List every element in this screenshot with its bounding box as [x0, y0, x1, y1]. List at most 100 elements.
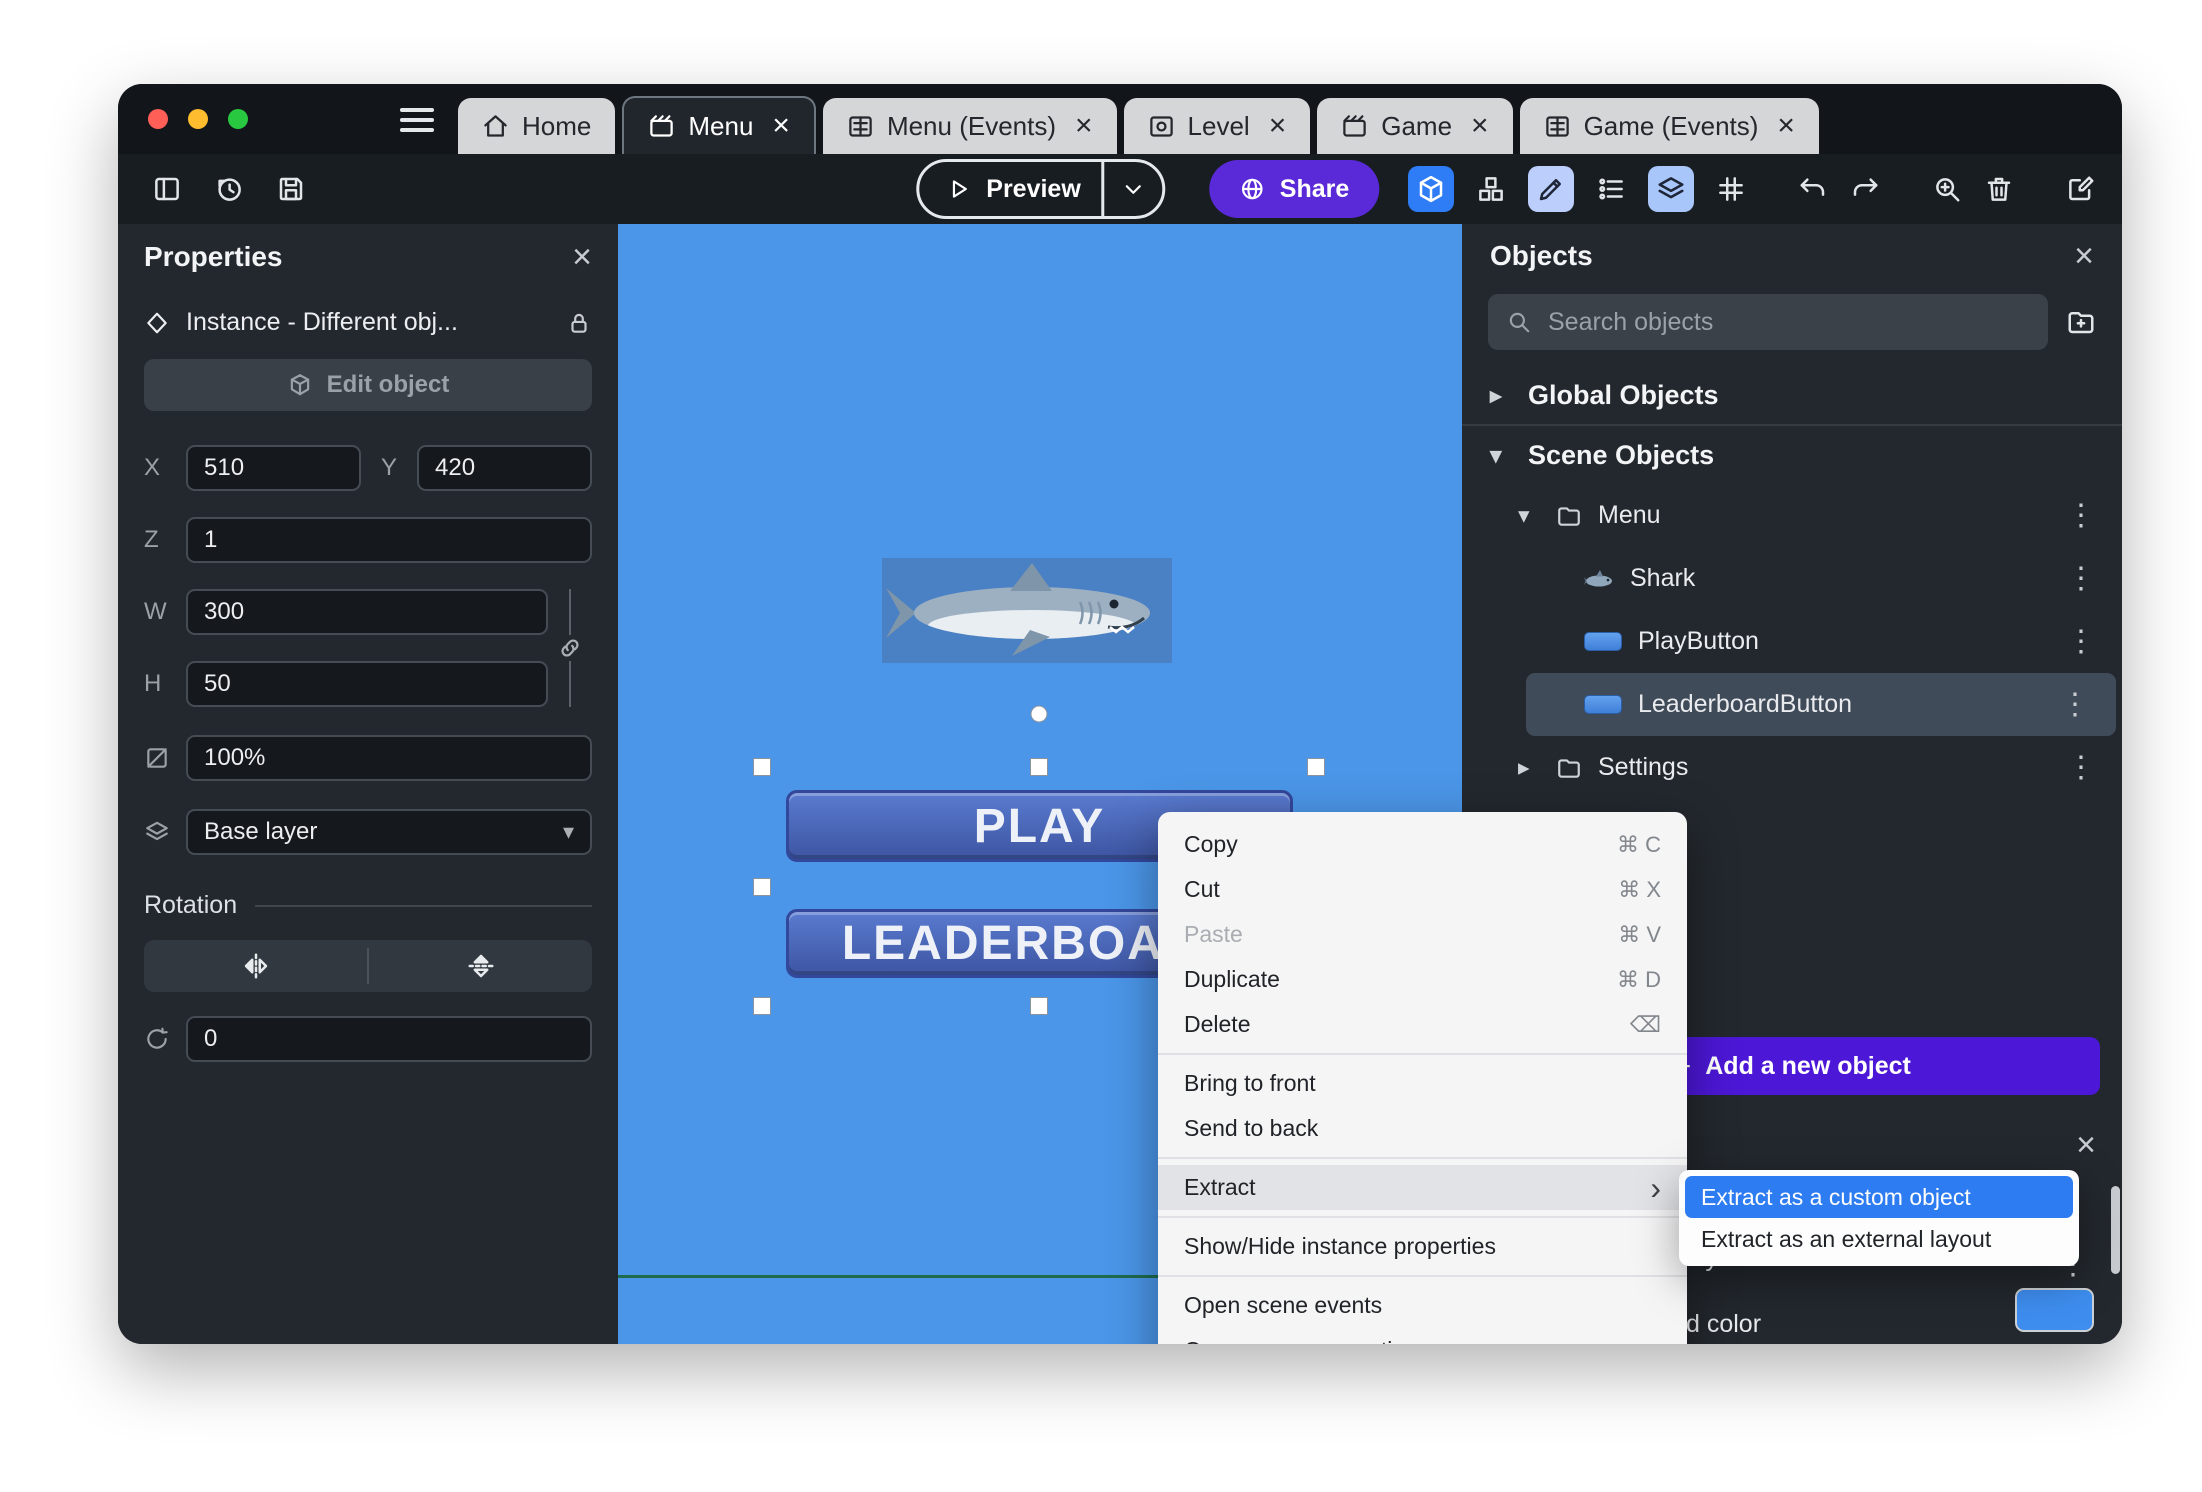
tab-close-icon[interactable]: ×: [1269, 111, 1287, 141]
tree-row-shark[interactable]: Shark ⋮: [1462, 547, 2122, 610]
selection-handle[interactable]: [753, 758, 771, 776]
tab-close-icon[interactable]: ×: [1075, 111, 1093, 141]
selection-handle[interactable]: [1030, 758, 1048, 776]
chevron-down-icon: ▾: [1490, 441, 1502, 468]
menu-separator: [1158, 1216, 1687, 1218]
scene-objects-row[interactable]: ▾ Scene Objects: [1462, 426, 2122, 484]
menu-separator: [1158, 1157, 1687, 1159]
close-window-button[interactable]: [148, 109, 168, 129]
folder-icon: [1558, 506, 1580, 526]
width-input[interactable]: [186, 589, 548, 635]
lock-icon[interactable]: [566, 310, 592, 336]
tree-row-settings-folder[interactable]: ▸ Settings ⋮: [1462, 736, 2122, 799]
menu-item-show-hide-instance-properties[interactable]: Show/Hide instance properties: [1158, 1224, 1687, 1269]
x-input[interactable]: [186, 445, 361, 491]
submenu-item-extract-external-layout[interactable]: Extract as an external layout: [1685, 1218, 2073, 1260]
save-icon[interactable]: [276, 174, 306, 204]
flip-vertical-button[interactable]: [369, 940, 592, 992]
toolbar: Preview Share: [118, 154, 2122, 224]
y-label: Y: [380, 454, 397, 481]
menu-item-bring-to-front[interactable]: Bring to front: [1158, 1061, 1687, 1106]
edit-mode-toggle[interactable]: [1528, 166, 1574, 212]
kebab-menu-icon[interactable]: ⋮: [2066, 563, 2122, 594]
link-dimensions-control[interactable]: [548, 589, 592, 707]
redo-icon[interactable]: [1850, 174, 1880, 204]
panels-layout-icon[interactable]: [152, 174, 182, 204]
tab-menu-events[interactable]: Menu (Events) ×: [822, 98, 1117, 154]
minimize-window-button[interactable]: [188, 109, 208, 129]
tab-game[interactable]: Game ×: [1317, 98, 1513, 154]
kebab-menu-icon[interactable]: ⋮: [2066, 752, 2122, 783]
tree-row-playbutton[interactable]: PlayButton ⋮: [1462, 610, 2122, 673]
kebab-menu-icon[interactable]: ⋮: [2066, 626, 2122, 657]
color-swatch[interactable]: [2015, 1288, 2094, 1332]
height-input[interactable]: [186, 661, 548, 707]
shark-sprite[interactable]: [882, 558, 1172, 663]
layer-select[interactable]: Base layer ▾: [186, 809, 592, 855]
objects-group-icon[interactable]: [1476, 174, 1506, 204]
selection-handle[interactable]: [753, 878, 771, 896]
tab-menu[interactable]: Menu ×: [622, 96, 816, 154]
flip-horizontal-button[interactable]: [144, 940, 367, 992]
tab-label: Game (Events): [1583, 110, 1759, 141]
menu-item-extract[interactable]: Extract ›: [1158, 1165, 1687, 1210]
chevron-right-icon: ▸: [1518, 754, 1530, 780]
selection-handle[interactable]: [753, 997, 771, 1015]
opacity-input[interactable]: [186, 735, 592, 781]
selection-handle[interactable]: [1307, 758, 1325, 776]
menu-item-send-to-back[interactable]: Send to back: [1158, 1106, 1687, 1151]
search-input[interactable]: [1546, 306, 2030, 338]
edit-scene-icon[interactable]: [2066, 174, 2096, 204]
tab-game-events[interactable]: Game (Events) ×: [1519, 98, 1819, 154]
3d-view-toggle[interactable]: [1408, 166, 1454, 212]
tab-close-icon[interactable]: ×: [1471, 111, 1489, 141]
global-objects-row[interactable]: ▸ Global Objects: [1462, 366, 2122, 424]
tab-label: Game: [1381, 110, 1453, 141]
add-folder-icon[interactable]: [2066, 307, 2096, 337]
kebab-menu-icon[interactable]: ⋮: [2066, 500, 2122, 531]
tree-row-label: LeaderboardButton: [1638, 690, 1853, 718]
menu-item-open-scene-properties[interactable]: Open scene properties: [1158, 1328, 1687, 1344]
context-menu: Copy ⌘ C Cut ⌘ X Paste ⌘ V Duplicate ⌘ D…: [1158, 812, 1687, 1344]
tab-level[interactable]: Level ×: [1123, 98, 1311, 154]
zoom-icon[interactable]: [1932, 174, 1962, 204]
rotation-input[interactable]: [186, 1016, 592, 1062]
preview-options-button[interactable]: [1104, 176, 1162, 202]
search-box[interactable]: [1488, 294, 2048, 350]
tab-close-icon[interactable]: ×: [1777, 111, 1795, 141]
zoom-window-button[interactable]: [228, 109, 248, 129]
tree-row-leaderboardbutton[interactable]: LeaderboardButton ⋮: [1526, 673, 2116, 736]
y-input[interactable]: [417, 445, 592, 491]
grid-icon[interactable]: [1716, 174, 1746, 204]
selection-handle[interactable]: [1030, 997, 1048, 1015]
menu-item-cut[interactable]: Cut ⌘ X: [1158, 867, 1687, 912]
z-input[interactable]: [186, 517, 592, 563]
close-subpanel-icon[interactable]: ×: [2076, 1128, 2096, 1162]
history-icon[interactable]: [214, 174, 244, 204]
edit-object-button[interactable]: Edit object: [144, 359, 592, 411]
menu-item-delete[interactable]: Delete ⌫: [1158, 1002, 1687, 1047]
layers-panel-toggle[interactable]: [1648, 166, 1694, 212]
tab-close-icon[interactable]: ×: [772, 111, 790, 141]
menu-item-open-scene-events[interactable]: Open scene events: [1158, 1283, 1687, 1328]
preview-button[interactable]: Preview: [919, 175, 1101, 204]
instance-header: Instance - Different obj...: [144, 308, 592, 337]
submenu-item-extract-custom-object[interactable]: Extract as a custom object: [1685, 1176, 2073, 1218]
submenu-arrow-icon: ›: [1650, 1169, 1661, 1206]
undo-icon[interactable]: [1798, 174, 1828, 204]
scrollbar-thumb[interactable]: [2111, 1186, 2120, 1274]
kebab-menu-icon[interactable]: ⋮: [2060, 689, 2116, 720]
tab-home[interactable]: Home: [458, 98, 616, 154]
share-button[interactable]: Share: [1208, 160, 1380, 218]
main-menu-icon[interactable]: [400, 108, 434, 132]
menu-item-duplicate[interactable]: Duplicate ⌘ D: [1158, 957, 1687, 1002]
global-objects-label: Global Objects: [1528, 379, 1719, 410]
trash-icon[interactable]: [1984, 174, 2014, 204]
rotation-handle[interactable]: [1030, 705, 1048, 723]
tree-row-label: PlayButton: [1638, 627, 1759, 655]
menu-item-copy[interactable]: Copy ⌘ C: [1158, 822, 1687, 867]
instances-list-icon[interactable]: [1596, 174, 1626, 204]
close-objects-icon[interactable]: ×: [2074, 239, 2094, 273]
close-properties-icon[interactable]: ×: [572, 240, 592, 274]
tree-row-menu-folder[interactable]: ▾ Menu ⋮: [1462, 484, 2122, 547]
